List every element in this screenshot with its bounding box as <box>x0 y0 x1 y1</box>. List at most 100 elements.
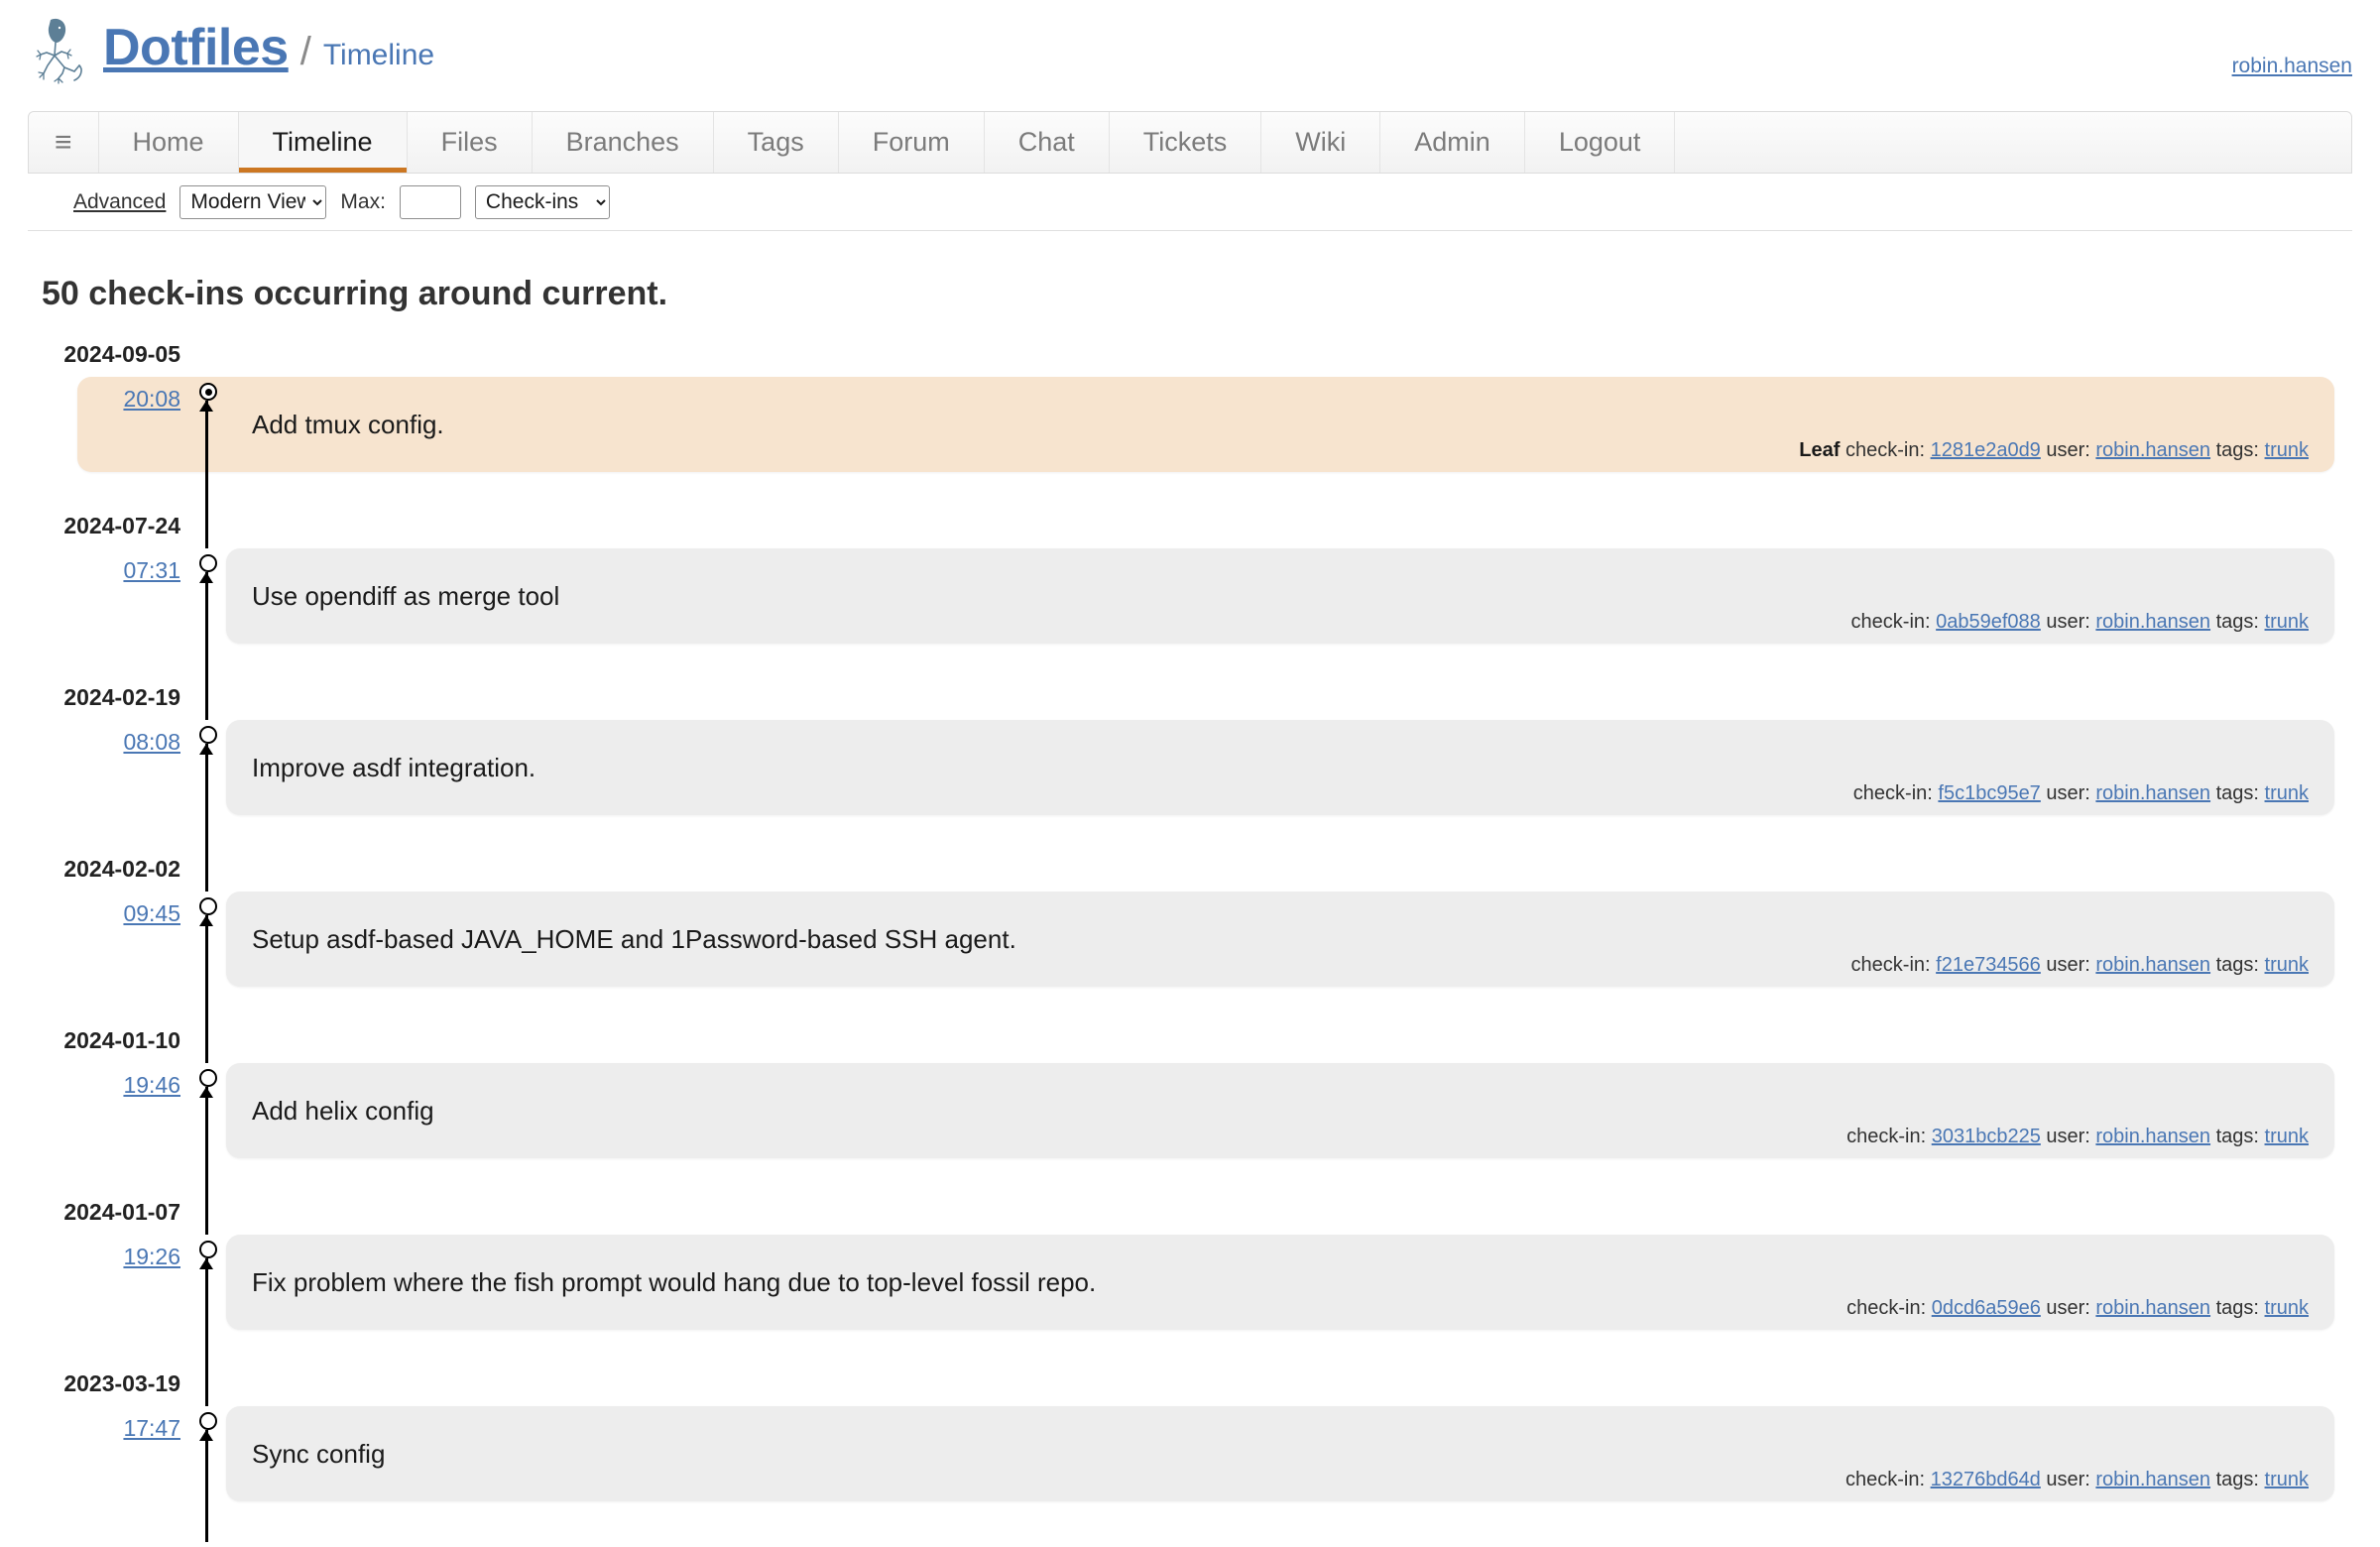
entry-meta: check-in: 3031bcb225 user: robin.hansen … <box>1846 1126 2309 1158</box>
entry-user-link[interactable]: robin.hansen <box>2095 439 2210 461</box>
checkin-hash-link[interactable]: f5c1bc95e7 <box>1938 782 2040 804</box>
entry-meta: check-in: 0ab59ef088 user: robin.hansen … <box>1851 611 2309 644</box>
checkin-hash-link[interactable]: f21e734566 <box>1936 954 2041 976</box>
timeline-entry: 08:08 Improve asdf integration.check-in: … <box>42 720 2352 824</box>
nav-item-timeline[interactable]: Timeline <box>239 112 408 173</box>
graph-node-icon[interactable] <box>199 1069 217 1087</box>
tags-label: tags: <box>2210 1469 2264 1490</box>
timeline-gap <box>42 653 2352 684</box>
entry-user-link[interactable]: robin.hansen <box>2095 954 2210 976</box>
timeline-entry: 19:26 Fix problem where the fish prompt w… <box>42 1235 2352 1339</box>
nav-item-tags[interactable]: Tags <box>714 112 839 173</box>
checkin-label: check-in: <box>1853 782 1939 804</box>
entry-comment: Use opendiff as merge tool <box>252 581 1851 612</box>
entry-time-link[interactable]: 17:47 <box>42 1415 180 1442</box>
checkin-hash-link[interactable]: 1281e2a0d9 <box>1931 439 2041 461</box>
nav-item-admin[interactable]: Admin <box>1380 112 1525 173</box>
nav-item-wiki[interactable]: Wiki <box>1261 112 1380 173</box>
checkin-hash-link[interactable]: 13276bd64d <box>1931 1469 2041 1490</box>
timeline-graph <box>190 892 226 996</box>
checkin-label: check-in: <box>1851 954 1937 976</box>
tags-label: tags: <box>2210 782 2264 804</box>
checkin-hash-link[interactable]: 0dcd6a59e6 <box>1932 1297 2041 1319</box>
timeline-row[interactable]: Sync configcheck-in: 13276bd64d user: ro… <box>226 1406 2334 1501</box>
tags-label: tags: <box>2210 954 2264 976</box>
checkin-hash-link[interactable]: 3031bcb225 <box>1932 1126 2041 1147</box>
timeline-row[interactable]: Fix problem where the fish prompt would … <box>226 1235 2334 1330</box>
graph-node-icon[interactable] <box>199 554 217 572</box>
timeline-rail <box>205 996 208 1027</box>
timeline-rail <box>205 481 208 513</box>
nav-item-chat[interactable]: Chat <box>985 112 1110 173</box>
timeline-date-divider: 2024-01-10 <box>42 1027 2352 1063</box>
fossil-skeleton-icon <box>35 16 86 89</box>
user-label: user: <box>2041 439 2096 461</box>
entry-user-link[interactable]: robin.hansen <box>2095 1126 2210 1147</box>
entry-tag-link[interactable]: trunk <box>2265 782 2309 804</box>
entry-meta: Leaf check-in: 1281e2a0d9 user: robin.ha… <box>1799 439 2309 472</box>
graph-node-leaf-icon[interactable] <box>199 383 217 401</box>
entry-meta: check-in: f21e734566 user: robin.hansen … <box>1851 954 2309 987</box>
entry-tag-link[interactable]: trunk <box>2265 1126 2309 1147</box>
hamburger-menu-icon[interactable]: ≡ <box>29 112 99 173</box>
tags-label: tags: <box>2210 1297 2264 1319</box>
nav-item-logout[interactable]: Logout <box>1525 112 1676 173</box>
view-style-select[interactable]: Modern ViewClassic ViewColumnar ViewVerb… <box>179 185 326 219</box>
nav-item-files[interactable]: Files <box>408 112 533 173</box>
entry-tag-link[interactable]: trunk <box>2265 954 2309 976</box>
timeline-row[interactable]: Setup asdf-based JAVA_HOME and 1Password… <box>226 892 2334 987</box>
max-entries-input[interactable] <box>400 185 461 219</box>
timeline-gap <box>42 1510 2352 1542</box>
entry-time-link[interactable]: 07:31 <box>42 557 180 584</box>
nav-item-tickets[interactable]: Tickets <box>1110 112 1262 173</box>
graph-node-icon[interactable] <box>199 726 217 744</box>
entry-tag-link[interactable]: trunk <box>2265 1297 2309 1319</box>
timeline-entry: 09:45 Setup asdf-based JAVA_HOME and 1Pas… <box>42 892 2352 996</box>
timeline-row[interactable]: Improve asdf integration.check-in: f5c1b… <box>226 720 2334 815</box>
timeline-row[interactable]: Add helix configcheck-in: 3031bcb225 use… <box>226 1063 2334 1158</box>
timeline-graph <box>190 1063 226 1167</box>
graph-node-icon[interactable] <box>199 1412 217 1430</box>
timeline-gap <box>42 1167 2352 1199</box>
nav-item-home[interactable]: Home <box>99 112 239 173</box>
timeline-row[interactable]: Use opendiff as merge toolcheck-in: 0ab5… <box>226 548 2334 644</box>
timeline-list: 2024-09-0520:08Add tmux config.Leaf chec… <box>42 341 2352 1542</box>
advanced-toggle-link[interactable]: Advanced <box>73 190 166 214</box>
entry-user-link[interactable]: robin.hansen <box>2095 1469 2210 1490</box>
entry-tag-link[interactable]: trunk <box>2265 1469 2309 1490</box>
entry-comment: Setup asdf-based JAVA_HOME and 1Password… <box>252 924 1851 955</box>
timeline-graph <box>190 1406 226 1510</box>
timeline-gap <box>42 481 2352 513</box>
timeline-graph <box>190 548 226 653</box>
nav-item-branches[interactable]: Branches <box>533 112 714 173</box>
graph-arrow-icon <box>205 1430 208 1511</box>
tags-label: tags: <box>2210 611 2264 633</box>
repo-title-link[interactable]: Dotfiles <box>103 22 289 73</box>
entry-time-link[interactable]: 19:26 <box>42 1244 180 1270</box>
entry-user-link[interactable]: robin.hansen <box>2095 782 2210 804</box>
checkin-hash-link[interactable]: 0ab59ef088 <box>1936 611 2041 633</box>
timeline-row-current[interactable]: Add tmux config.Leaf check-in: 1281e2a0d… <box>77 377 2334 472</box>
graph-node-icon[interactable] <box>199 1241 217 1258</box>
entry-tag-link[interactable]: trunk <box>2265 439 2309 461</box>
entry-user-link[interactable]: robin.hansen <box>2095 611 2210 633</box>
nav-item-forum[interactable]: Forum <box>839 112 985 173</box>
entry-user-link[interactable]: robin.hansen <box>2095 1297 2210 1319</box>
timeline-gap <box>42 1339 2352 1370</box>
entry-tag-link[interactable]: trunk <box>2265 611 2309 633</box>
entry-time-link[interactable]: 20:08 <box>42 386 180 413</box>
entry-type-select[interactable]: Any TypeCheck-insFilesForumTicketsTagsWi… <box>475 185 610 219</box>
checkin-label: check-in: <box>1846 1126 1932 1147</box>
graph-node-icon[interactable] <box>199 897 217 915</box>
breadcrumb: Dotfiles / Timeline <box>103 22 434 73</box>
timeline-gap <box>42 996 2352 1027</box>
timeline-rail <box>205 1510 208 1542</box>
timeline-entry: 17:47 Sync configcheck-in: 13276bd64d use… <box>42 1406 2352 1510</box>
user-label: user: <box>2041 611 2096 633</box>
graph-arrow-icon <box>205 1087 208 1168</box>
entry-time-link[interactable]: 08:08 <box>42 729 180 756</box>
entry-time-link[interactable]: 19:46 <box>42 1072 180 1099</box>
entry-time-link[interactable]: 09:45 <box>42 900 180 927</box>
logo-wrap <box>28 16 93 97</box>
user-account-link[interactable]: robin.hansen <box>2232 55 2352 78</box>
